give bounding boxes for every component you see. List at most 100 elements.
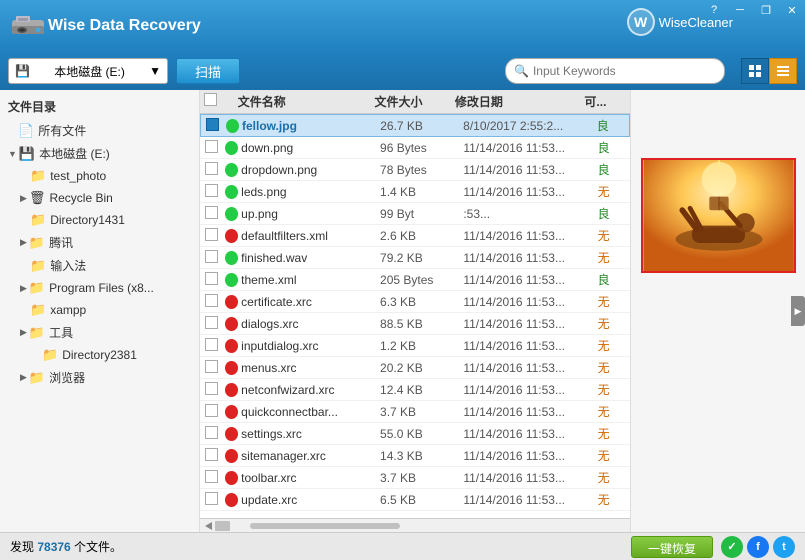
file-row[interactable]: settings.xrc 55.0 KB 11/14/2016 11:53...… <box>200 423 630 445</box>
file-row[interactable]: defaultfilters.xml 2.6 KB 11/14/2016 11:… <box>200 225 630 247</box>
file-checkbox-4[interactable] <box>200 206 222 222</box>
file-checkbox-13[interactable] <box>200 404 222 420</box>
recover-button[interactable]: 一键恢复 <box>631 536 713 558</box>
sidebar-icon-tencent: 📁 <box>29 235 45 251</box>
file-checkbox-7[interactable] <box>200 272 222 288</box>
sidebar-item-program-files[interactable]: ▶📁Program Files (x8... <box>0 277 199 299</box>
file-checkbox-2[interactable] <box>200 162 222 178</box>
file-recovery-status-9: 无 <box>598 315 630 332</box>
file-size-10: 1.2 KB <box>380 339 463 353</box>
sidebar-item-recycle-bin[interactable]: ▶🗑Recycle Bin <box>0 187 199 209</box>
found-count: 78376 <box>37 540 70 554</box>
checkbox-12[interactable] <box>205 382 218 395</box>
file-checkbox-3[interactable] <box>200 184 222 200</box>
file-name-6: finished.wav <box>241 251 380 265</box>
header-check[interactable] <box>200 93 221 110</box>
sidebar-item-directory2381[interactable]: 📁Directory2381 <box>0 344 199 366</box>
checkbox-16[interactable] <box>205 470 218 483</box>
file-checkbox-17[interactable] <box>200 492 222 508</box>
file-checkbox-10[interactable] <box>200 338 222 354</box>
checkbox-7[interactable] <box>205 272 218 285</box>
file-row[interactable]: up.png 99 Byt :53... 良 <box>200 203 630 225</box>
file-name-14: settings.xrc <box>241 427 380 441</box>
sidebar-item-tools[interactable]: ▶📁工具 <box>0 321 199 344</box>
sidebar-item-test_photo[interactable]: 📁test_photo <box>0 165 199 187</box>
file-recovery-status-2: 良 <box>598 161 630 178</box>
file-name-11: menus.xrc <box>241 361 380 375</box>
file-row[interactable]: dialogs.xrc 88.5 KB 11/14/2016 11:53... … <box>200 313 630 335</box>
file-checkbox-8[interactable] <box>200 294 222 310</box>
file-row[interactable]: theme.xml 205 Bytes 11/14/2016 11:53... … <box>200 269 630 291</box>
file-row[interactable]: certificate.xrc 6.3 KB 11/14/2016 11:53.… <box>200 291 630 313</box>
minimize-button[interactable]: ─ <box>727 0 753 20</box>
checkbox-5[interactable] <box>205 228 218 241</box>
checkbox-14[interactable] <box>205 426 218 439</box>
file-size-1: 96 Bytes <box>380 141 463 155</box>
checkbox-6[interactable] <box>205 250 218 263</box>
wechat-icon[interactable]: ✓ <box>721 536 743 558</box>
facebook-icon[interactable]: f <box>747 536 769 558</box>
header-filesize[interactable]: 文件大小 <box>374 93 454 110</box>
drive-select[interactable]: 💾 本地磁盘 (E:) ▼ <box>8 58 168 84</box>
sidebar-item-tencent[interactable]: ▶📁腾讯 <box>0 231 199 254</box>
close-button[interactable]: ✕ <box>779 0 805 20</box>
checkbox-1[interactable] <box>205 140 218 153</box>
file-row[interactable]: leds.png 1.4 KB 11/14/2016 11:53... 无 <box>200 181 630 203</box>
checkbox-9[interactable] <box>205 316 218 329</box>
checkbox-15[interactable] <box>205 448 218 461</box>
header-status[interactable]: 可... <box>584 93 615 110</box>
file-checkbox-1[interactable] <box>200 140 222 156</box>
file-row[interactable]: finished.wav 79.2 KB 11/14/2016 11:53...… <box>200 247 630 269</box>
checkbox-13[interactable] <box>205 404 218 417</box>
twitter-icon[interactable]: t <box>773 536 795 558</box>
file-row[interactable]: inputdialog.xrc 1.2 KB 11/14/2016 11:53.… <box>200 335 630 357</box>
file-row[interactable]: sitemanager.xrc 14.3 KB 11/14/2016 11:53… <box>200 445 630 467</box>
checkbox-11[interactable] <box>205 360 218 373</box>
file-row[interactable]: netconfwizard.xrc 12.4 KB 11/14/2016 11:… <box>200 379 630 401</box>
file-date-6: 11/14/2016 11:53... <box>463 251 597 265</box>
header-filename[interactable]: 文件名称 <box>236 93 375 110</box>
list-view-button[interactable] <box>769 58 797 84</box>
search-input[interactable] <box>533 64 713 78</box>
file-row[interactable]: toolbar.xrc 3.7 KB 11/14/2016 11:53... 无 <box>200 467 630 489</box>
checkbox-10[interactable] <box>205 338 218 351</box>
file-row[interactable]: menus.xrc 20.2 KB 11/14/2016 11:53... 无 <box>200 357 630 379</box>
file-checkbox-6[interactable] <box>200 250 222 266</box>
checkbox-2[interactable] <box>205 162 218 175</box>
file-row[interactable]: fellow.jpg 26.7 KB 8/10/2017 2:55:2... 良 <box>200 114 630 137</box>
header-date[interactable]: 修改日期 <box>455 93 585 110</box>
file-checkbox-9[interactable] <box>200 316 222 332</box>
file-row[interactable]: quickconnectbar... 3.7 KB 11/14/2016 11:… <box>200 401 630 423</box>
help-button[interactable]: ? <box>701 0 727 20</box>
file-row[interactable]: down.png 96 Bytes 11/14/2016 11:53... 良 <box>200 137 630 159</box>
sidebar-item-local-disk-e[interactable]: ▼💾本地磁盘 (E:) <box>0 142 199 165</box>
file-recovery-status-12: 无 <box>598 381 630 398</box>
select-all-checkbox[interactable] <box>204 93 217 106</box>
checkbox-17[interactable] <box>205 492 218 505</box>
scan-button[interactable]: 扫描 <box>176 58 240 84</box>
file-checkbox-14[interactable] <box>200 426 222 442</box>
sidebar-item-all-files[interactable]: 📄所有文件 <box>0 119 199 142</box>
horizontal-scrollbar[interactable] <box>200 518 630 532</box>
file-checkbox-11[interactable] <box>200 360 222 376</box>
checkbox-8[interactable] <box>205 294 218 307</box>
sidebar-arrow-local-disk-e: ▼ <box>8 149 17 159</box>
checkbox-0[interactable] <box>206 118 219 131</box>
file-checkbox-16[interactable] <box>200 470 222 486</box>
file-checkbox-5[interactable] <box>200 228 222 244</box>
preview-expand-button[interactable]: ▶ <box>791 296 805 326</box>
sidebar-item-xampp[interactable]: 📁xampp <box>0 299 199 321</box>
file-row[interactable]: update.xrc 6.5 KB 11/14/2016 11:53... 无 <box>200 489 630 511</box>
checkbox-4[interactable] <box>205 206 218 219</box>
file-checkbox-12[interactable] <box>200 382 222 398</box>
restore-button[interactable]: ❐ <box>753 0 779 20</box>
file-size-6: 79.2 KB <box>380 251 463 265</box>
file-checkbox-0[interactable] <box>201 118 223 134</box>
grid-view-button[interactable] <box>741 58 769 84</box>
checkbox-3[interactable] <box>205 184 218 197</box>
sidebar-item-directory1431[interactable]: 📁Directory1431 <box>0 209 199 231</box>
sidebar-item-browser[interactable]: ▶📁浏览器 <box>0 366 199 389</box>
file-row[interactable]: dropdown.png 78 Bytes 11/14/2016 11:53..… <box>200 159 630 181</box>
file-checkbox-15[interactable] <box>200 448 222 464</box>
sidebar-item-input-method[interactable]: 📁输入法 <box>0 254 199 277</box>
